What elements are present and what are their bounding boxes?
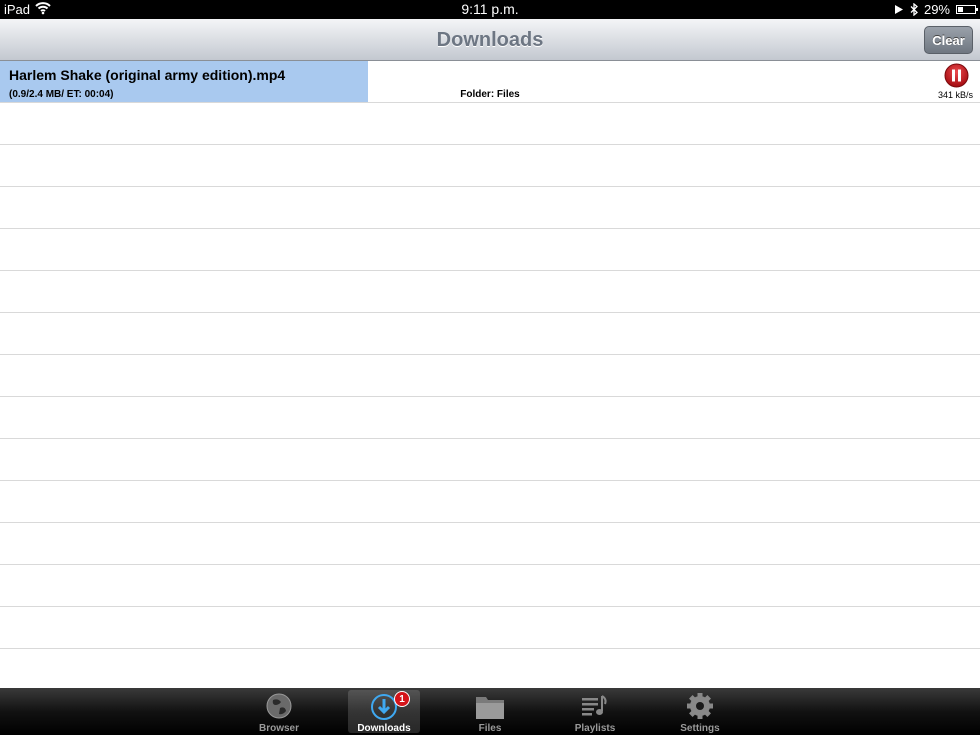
tab-label: Playlists bbox=[574, 723, 616, 734]
badge: 1 bbox=[394, 691, 410, 707]
gear-icon bbox=[687, 693, 713, 719]
battery-percent: 29% bbox=[923, 2, 950, 17]
tab-label: Downloads bbox=[357, 723, 411, 734]
list-row-empty bbox=[0, 607, 980, 649]
download-filename: Harlem Shake (original army edition).mp4 bbox=[9, 67, 286, 83]
clock: 9:11 p.m. bbox=[461, 1, 519, 17]
download-folder: Folder: Files bbox=[460, 89, 520, 100]
list-row-empty bbox=[0, 313, 980, 355]
tab-playlists[interactable]: Playlists bbox=[559, 690, 631, 734]
tab-files[interactable]: Files bbox=[454, 690, 526, 734]
bluetooth-icon bbox=[910, 3, 918, 16]
list-row-empty bbox=[0, 145, 980, 187]
tab-downloads[interactable]: 1 Downloads bbox=[348, 690, 420, 734]
playlist-icon bbox=[582, 695, 607, 716]
download-speed: 341 kB/s bbox=[937, 90, 973, 100]
pause-button[interactable] bbox=[944, 63, 969, 88]
tab-browser[interactable]: Browser bbox=[243, 690, 315, 734]
list-row-empty bbox=[0, 229, 980, 271]
list-row-empty bbox=[0, 397, 980, 439]
list-row-empty bbox=[0, 271, 980, 313]
tab-label: Browser bbox=[258, 723, 299, 734]
list-row-empty bbox=[0, 103, 980, 145]
tab-bar: Browser 1 Downloads Files Playlists Sett… bbox=[0, 688, 980, 735]
list-row-empty bbox=[0, 355, 980, 397]
downloads-list: Harlem Shake (original army edition).mp4… bbox=[0, 61, 980, 688]
download-row[interactable]: Harlem Shake (original army edition).mp4… bbox=[0, 61, 980, 103]
navigation-bar: Downloads Clear bbox=[0, 19, 980, 61]
location-arrow-icon bbox=[894, 5, 903, 14]
tab-label: Settings bbox=[680, 723, 720, 734]
list-row-empty bbox=[0, 481, 980, 523]
list-row-empty bbox=[0, 565, 980, 607]
list-row-empty bbox=[0, 649, 980, 691]
folder-icon bbox=[476, 697, 504, 719]
list-row-empty bbox=[0, 439, 980, 481]
tab-label: Files bbox=[478, 723, 502, 734]
battery-icon bbox=[956, 5, 978, 14]
list-row-empty bbox=[0, 187, 980, 229]
page-title: Downloads bbox=[436, 29, 544, 51]
clear-button[interactable]: Clear bbox=[924, 26, 973, 54]
list-row-empty bbox=[0, 523, 980, 565]
tab-settings[interactable]: Settings bbox=[664, 690, 736, 734]
status-bar: iPad 9:11 p.m. 29% bbox=[0, 0, 980, 19]
globe-icon bbox=[266, 693, 292, 719]
